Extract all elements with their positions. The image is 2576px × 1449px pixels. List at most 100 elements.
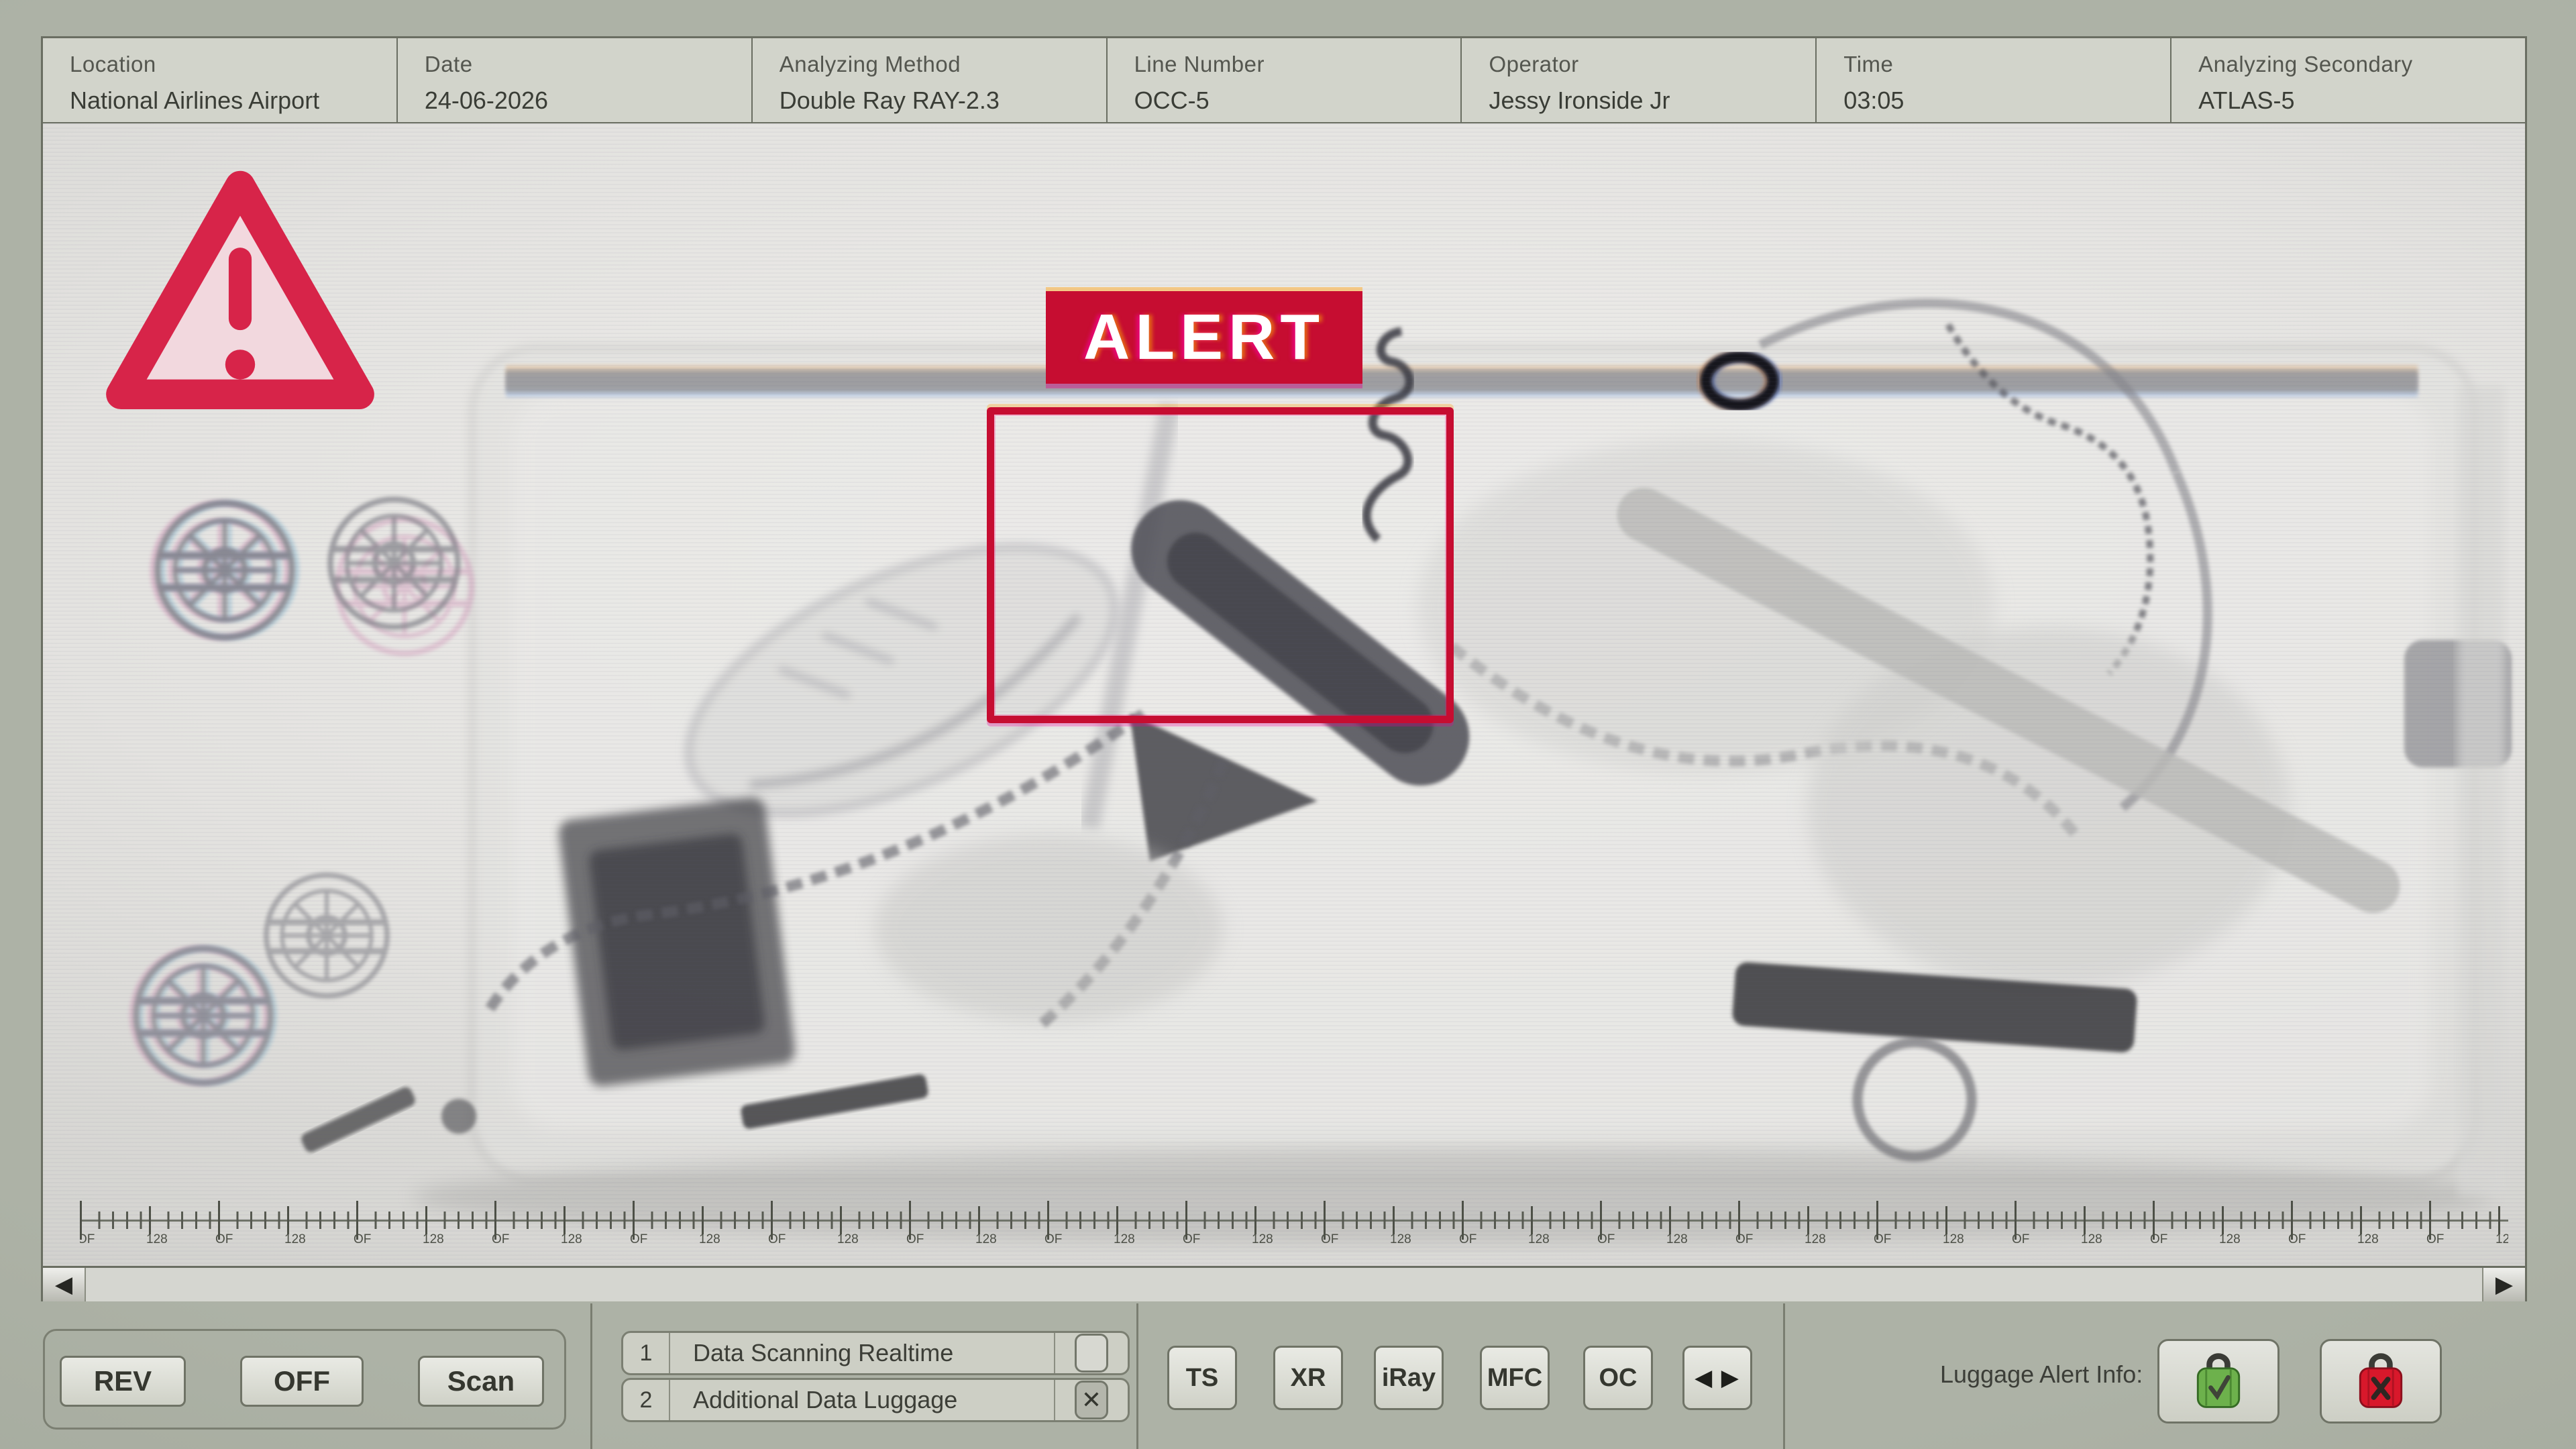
- ruler-segment: 128: [1669, 1196, 1738, 1250]
- ruler-tick-label: 128: [1666, 1232, 1688, 1247]
- scroll-right-icon: ▶: [2496, 1271, 2513, 1298]
- ruler-segment: OF: [1876, 1196, 1945, 1250]
- ruler-tick-label: OF: [906, 1232, 924, 1247]
- field-value: 24-06-2026: [425, 87, 751, 115]
- ruler-tick-label: 128: [699, 1232, 720, 1247]
- row-label: Additional Data Luggage: [670, 1386, 1054, 1414]
- ruler-tick-label: 128: [1943, 1232, 1964, 1247]
- ruler-segment: OF: [1047, 1196, 1116, 1250]
- ruler-tick-label: 128: [2357, 1232, 2379, 1247]
- ruler-segment: 128: [1254, 1196, 1324, 1250]
- ruler-segment: 128: [1116, 1196, 1185, 1250]
- luggage-deny-icon: [2349, 1348, 2413, 1415]
- ruler-segment: OF: [1185, 1196, 1254, 1250]
- mode-button-ts[interactable]: TS: [1167, 1346, 1237, 1410]
- field-label: Operator: [1489, 52, 1815, 77]
- ruler-segment: 128: [1393, 1196, 1462, 1250]
- scroll-left-icon: ◀: [55, 1271, 72, 1298]
- header-field-date: Date 24-06-2026: [398, 38, 753, 122]
- header-field-operator: Operator Jessy Ironside Jr: [1462, 38, 1817, 122]
- ruler-segment: 128: [1945, 1196, 2015, 1250]
- ruler-segment: 128: [1531, 1196, 1600, 1250]
- threat-detection-box: [987, 407, 1454, 723]
- ruler-segment: 128: [287, 1196, 356, 1250]
- luggage-approve-icon: [2186, 1348, 2251, 1415]
- scroll-right-button[interactable]: ▶: [2482, 1268, 2525, 1301]
- rev-button[interactable]: REV: [60, 1356, 186, 1407]
- bottom-divider-1: [590, 1303, 592, 1449]
- ruler-tick-label: 128: [284, 1232, 306, 1247]
- mode-button-oc[interactable]: OC: [1583, 1346, 1653, 1410]
- additional-data-luggage-checkbox[interactable]: ✕: [1075, 1381, 1108, 1419]
- luggage-approve-button[interactable]: [2157, 1339, 2279, 1424]
- ruler-tick-label: 128: [1805, 1232, 1826, 1247]
- header-field-analyzing-secondary: Analyzing Secondary ATLAS-5: [2171, 38, 2525, 122]
- header-field-time: Time 03:05: [1817, 38, 2171, 122]
- alert-banner: ALERT: [1046, 291, 1362, 384]
- ruler-tick-label: 128: [2496, 1232, 2508, 1247]
- header-field-line-number: Line Number OCC-5: [1108, 38, 1462, 122]
- off-button[interactable]: OFF: [240, 1356, 364, 1407]
- data-option-row: 2 Additional Data Luggage ✕: [621, 1378, 1130, 1422]
- ruler-tick-label: OF: [492, 1232, 509, 1247]
- ruler-tick-label: 128: [1114, 1232, 1135, 1247]
- field-label: Location: [70, 52, 396, 77]
- ruler-segment: OF: [1738, 1196, 1807, 1250]
- ruler-tick-label: 128: [561, 1232, 582, 1247]
- ruler-tick-label: OF: [1183, 1232, 1200, 1247]
- field-value: Double Ray RAY-2.3: [780, 87, 1106, 115]
- checkbox-x-icon: ✕: [1081, 1386, 1102, 1414]
- ruler-tick-label: 128: [975, 1232, 997, 1247]
- scan-button[interactable]: Scan: [418, 1356, 544, 1407]
- ruler-tick-label: OF: [2012, 1232, 2029, 1247]
- scroll-left-button[interactable]: ◀: [43, 1268, 86, 1301]
- xray-viewport: ALERT OF128OF128OF128OF128OF128OF128OF12…: [41, 123, 2527, 1301]
- ruler-tick-label: OF: [354, 1232, 371, 1247]
- header-field-location: Location National Airlines Airport: [43, 38, 398, 122]
- ruler-tick-label: OF: [2150, 1232, 2167, 1247]
- mode-button-xr[interactable]: XR: [1273, 1346, 1343, 1410]
- ruler-segment: OF: [2015, 1196, 2084, 1250]
- ruler-segment: 128: [2360, 1196, 2429, 1250]
- ruler-tick-label: 128: [1390, 1232, 1411, 1247]
- luggage-deny-button[interactable]: [2320, 1339, 2442, 1424]
- ruler-tick-label: 128: [146, 1232, 168, 1247]
- data-option-row: 1 Data Scanning Realtime: [621, 1331, 1130, 1375]
- data-scanning-realtime-checkbox[interactable]: [1075, 1334, 1108, 1373]
- mode-button-mfc[interactable]: MFC: [1480, 1346, 1550, 1410]
- ruler-segment: 128: [702, 1196, 771, 1250]
- ruler-segment: OF: [80, 1196, 149, 1250]
- mode-button-iray[interactable]: iRay: [1374, 1346, 1444, 1410]
- row-label: Data Scanning Realtime: [670, 1339, 1054, 1367]
- scan-info-header: Location National Airlines Airport Date …: [41, 36, 2527, 124]
- ruler-segment: OF: [909, 1196, 978, 1250]
- header-field-analyzing-method: Analyzing Method Double Ray RAY-2.3: [753, 38, 1108, 122]
- ruler-segment: OF: [218, 1196, 287, 1250]
- ruler-segment: OF: [1600, 1196, 1669, 1250]
- ruler-tick-label: 128: [2081, 1232, 2102, 1247]
- field-value: National Airlines Airport: [70, 87, 396, 115]
- ruler-segment: OF: [2291, 1196, 2360, 1250]
- ruler-tick-label: OF: [768, 1232, 786, 1247]
- ruler-segment: 128: [2222, 1196, 2291, 1250]
- ruler-segment: OF: [1462, 1196, 1531, 1250]
- ruler-tick-label: OF: [2426, 1232, 2444, 1247]
- field-value: Jessy Ironside Jr: [1489, 87, 1815, 115]
- row-index: 2: [623, 1380, 670, 1420]
- pager-arrows-button[interactable]: ◀ ▶: [1682, 1346, 1752, 1410]
- ruler-tick-label: 128: [1528, 1232, 1550, 1247]
- field-value: 03:05: [1843, 87, 2170, 115]
- field-value: OCC-5: [1134, 87, 1461, 115]
- ruler-segment: OF: [2153, 1196, 2222, 1250]
- alert-banner-text: ALERT: [1083, 301, 1325, 374]
- ruler-tick-label: 128: [837, 1232, 859, 1247]
- ruler-tick-label: 128: [423, 1232, 444, 1247]
- ruler-segment: 128: [840, 1196, 909, 1250]
- ruler-tick-label: OF: [2288, 1232, 2306, 1247]
- horizontal-scrollbar[interactable]: ◀ ▶: [43, 1266, 2525, 1301]
- ruler: OF128OF128OF128OF128OF128OF128OF128OF128…: [80, 1196, 2508, 1250]
- ruler-tick-label: OF: [1735, 1232, 1753, 1247]
- ruler-tick-label: 128: [1252, 1232, 1273, 1247]
- ruler-segment: OF: [771, 1196, 840, 1250]
- ruler-tick-label: OF: [80, 1232, 95, 1247]
